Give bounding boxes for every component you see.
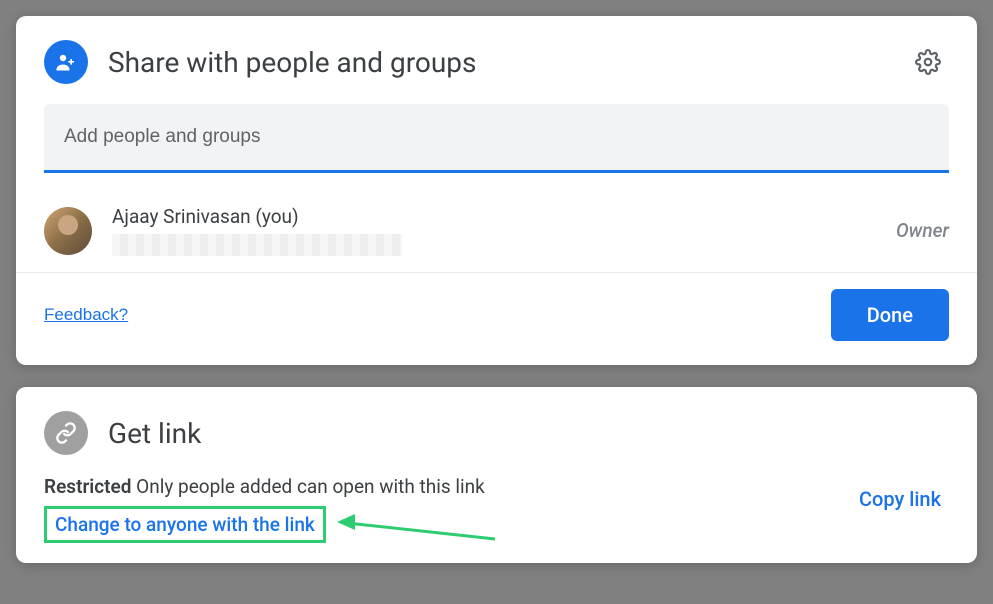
feedback-link[interactable]: Feedback? [44, 305, 128, 325]
person-info: Ajaay Srinivasan (you) [112, 205, 896, 256]
gear-icon [915, 49, 941, 75]
restricted-line: Restricted Only people added can open wi… [44, 475, 851, 498]
share-dialog-card: Share with people and groups Ajaay Srini… [16, 16, 977, 365]
add-people-input[interactable] [44, 104, 949, 170]
person-row: Ajaay Srinivasan (you) Owner [16, 189, 977, 273]
avatar [44, 207, 92, 255]
link-body: Restricted Only people added can open wi… [44, 475, 949, 543]
restricted-label: Restricted [44, 475, 131, 498]
add-people-field-wrap [44, 104, 949, 173]
share-header: Share with people and groups [16, 40, 977, 104]
restricted-desc: Only people added can open with this lin… [131, 475, 484, 498]
done-button[interactable]: Done [831, 289, 949, 341]
person-role: Owner [896, 219, 949, 242]
get-link-title: Get link [108, 417, 949, 450]
share-footer: Feedback? Done [16, 273, 977, 341]
get-link-card: Get link Restricted Only people added ca… [16, 387, 977, 563]
copy-link-button[interactable]: Copy link [851, 475, 949, 523]
person-add-icon [44, 40, 88, 84]
person-email-redacted [112, 234, 402, 256]
get-link-header: Get link [16, 411, 977, 475]
person-name: Ajaay Srinivasan (you) [112, 205, 896, 228]
link-icon [44, 411, 88, 455]
change-to-anyone-link[interactable]: Change to anyone with the link [55, 513, 315, 536]
link-section: Restricted Only people added can open wi… [16, 475, 977, 543]
link-text-block: Restricted Only people added can open wi… [44, 475, 851, 543]
settings-button[interactable] [907, 41, 949, 83]
annotation-arrow-icon [335, 505, 505, 545]
share-title: Share with people and groups [108, 46, 907, 79]
change-link-highlight: Change to anyone with the link [44, 506, 326, 543]
